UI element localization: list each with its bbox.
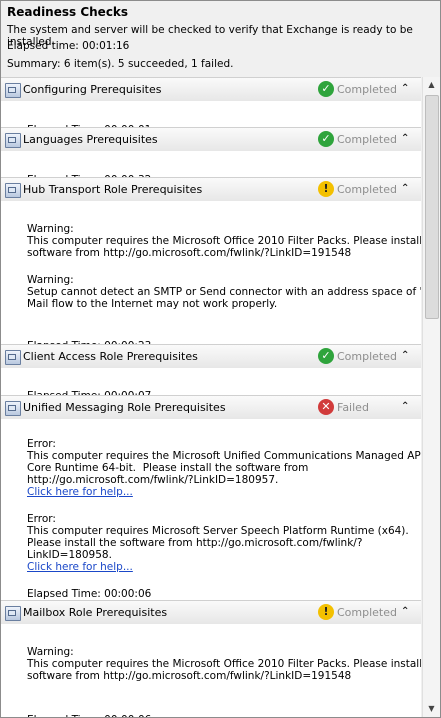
section-line: Error: bbox=[27, 438, 56, 450]
readiness-checks-window: Readiness Checks The system and server w… bbox=[0, 0, 441, 718]
section-status-label: Completed bbox=[337, 83, 397, 96]
section-line: Elapsed Time: 00:00:06 bbox=[27, 588, 152, 600]
collapse-chevron-icon[interactable]: ⌃ bbox=[401, 182, 409, 196]
section-line: Mail flow to the Internet may not work p… bbox=[27, 298, 278, 310]
collapse-chevron-icon[interactable]: ⌃ bbox=[401, 349, 409, 363]
section-line: Please install the software from http://… bbox=[27, 537, 363, 549]
section-body: Warning: This computer requires the Micro… bbox=[1, 624, 421, 717]
setup-task-icon bbox=[5, 183, 21, 198]
check-circle-icon: ✓ bbox=[318, 131, 334, 147]
section-body: Error: This computer requires the Microso… bbox=[1, 419, 421, 604]
section-header[interactable]: Languages Prerequisites ✓ Completed ⌃ bbox=[1, 127, 421, 153]
section-line: Setup cannot detect an SMTP or Send conn… bbox=[27, 286, 421, 298]
section-header[interactable]: Hub Transport Role Prerequisites! Complet… bbox=[1, 177, 421, 203]
collapse-chevron-icon[interactable]: ⌃ bbox=[401, 605, 409, 619]
collapse-chevron-icon[interactable]: ⌃ bbox=[401, 400, 409, 414]
section-header[interactable]: Configuring Prerequisites ✓ Completed ⌃ bbox=[1, 77, 421, 103]
section-title: Languages Prerequisites bbox=[23, 133, 158, 146]
section-line: This computer requires Microsoft Server … bbox=[27, 525, 409, 537]
section-status-label: Completed bbox=[337, 183, 397, 196]
scroll-down-button[interactable]: ▼ bbox=[424, 701, 439, 717]
section-line: Elapsed Time: 00:00:06 bbox=[27, 714, 151, 717]
page-title: Readiness Checks bbox=[7, 5, 129, 19]
section-line: This computer requires the Microsoft Off… bbox=[27, 235, 421, 247]
section-line: http://go.microsoft.com/fwlink/?LinkID=1… bbox=[27, 474, 279, 486]
section-title: Unified Messaging Role Prerequisites bbox=[23, 401, 226, 414]
check-circle-icon: ✓ bbox=[318, 81, 334, 97]
section-title: Hub Transport Role Prerequisites bbox=[23, 183, 203, 196]
setup-task-icon bbox=[5, 83, 21, 98]
vertical-scrollbar[interactable]: ▲ ▼ bbox=[422, 77, 440, 717]
section-line: Warning: bbox=[27, 223, 74, 235]
error-circle-icon: ✕ bbox=[318, 399, 334, 415]
scroll-up-button[interactable]: ▲ bbox=[424, 77, 439, 93]
collapse-chevron-icon[interactable]: ⌃ bbox=[401, 132, 409, 146]
section-status-label: Completed bbox=[337, 606, 397, 619]
collapse-chevron-icon[interactable]: ⌃ bbox=[401, 82, 409, 96]
section-body: Warning: This computer requires the Micro… bbox=[1, 201, 421, 356]
section-header[interactable]: Unified Messaging Role Prerequisites ✕ Fai… bbox=[1, 395, 421, 421]
section-header[interactable]: Mailbox Role Prerequisites! Completed ⌃ bbox=[1, 600, 421, 626]
page-header: Readiness Checks The system and server w… bbox=[1, 1, 440, 79]
elapsed-time: Elapsed time: 00:01:16 bbox=[7, 40, 130, 52]
setup-task-icon bbox=[5, 401, 21, 416]
section-line: Error: bbox=[27, 513, 56, 525]
setup-task-icon bbox=[5, 350, 21, 365]
section-line: software from http://go.microsoft.com/fw… bbox=[27, 247, 352, 259]
warning-circle-icon: ! bbox=[318, 181, 334, 197]
section-title: Configuring Prerequisites bbox=[23, 83, 162, 96]
help-link[interactable]: Click here for help... bbox=[27, 486, 133, 498]
section-line: Core Runtime 64-bit. Please install the … bbox=[27, 462, 309, 474]
help-link[interactable]: Click here for help... bbox=[27, 561, 133, 573]
section-line: This computer requires the Microsoft Uni… bbox=[27, 450, 421, 462]
warning-circle-icon: ! bbox=[318, 604, 334, 620]
section-status-label: Completed bbox=[337, 133, 397, 146]
setup-task-icon bbox=[5, 606, 21, 621]
results-list: Configuring Prerequisites✓Completed⌃Elap… bbox=[1, 77, 421, 717]
setup-task-icon bbox=[5, 133, 21, 148]
section-title: Mailbox Role Prerequisites bbox=[23, 606, 168, 619]
section-header[interactable]: Client Access Role Prerequisites ✓ Complet… bbox=[1, 344, 421, 370]
section-line: Warning: bbox=[27, 274, 74, 286]
summary-text: Summary: 6 item(s). 5 succeeded, 1 faile… bbox=[7, 58, 234, 70]
check-circle-icon: ✓ bbox=[318, 348, 334, 364]
section-status-label: Completed bbox=[337, 350, 397, 363]
section-line: This computer requires the Microsoft Off… bbox=[27, 658, 421, 670]
section-status-label: Failed bbox=[337, 401, 369, 414]
scroll-thumb[interactable] bbox=[425, 95, 439, 319]
section-line: Warning: bbox=[27, 646, 74, 658]
section-line: software from http://go.microsoft.com/fw… bbox=[27, 670, 352, 682]
section-line: LinkID=180958. bbox=[27, 549, 112, 561]
section-title: Client Access Role Prerequisites bbox=[23, 350, 198, 363]
